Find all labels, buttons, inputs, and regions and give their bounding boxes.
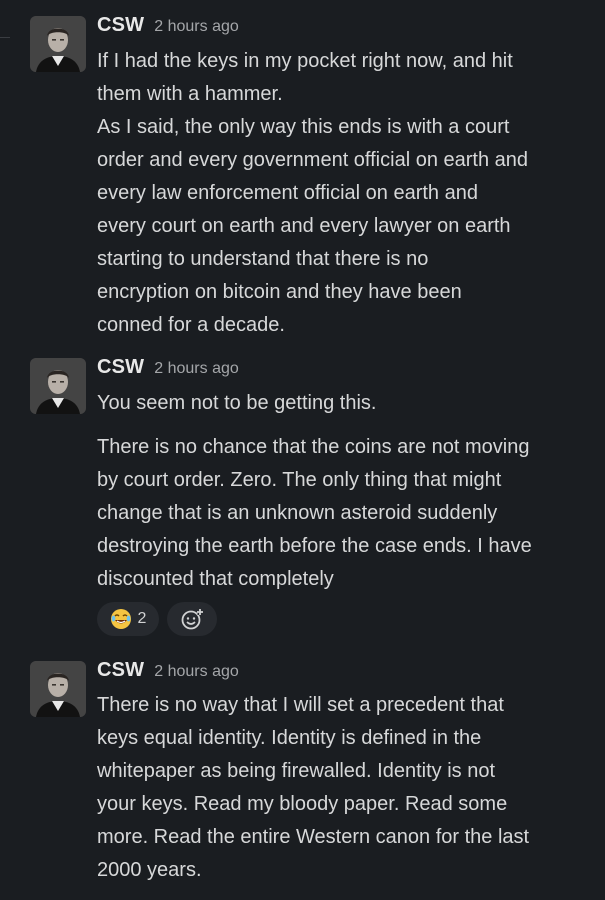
avatar-image (30, 16, 86, 72)
joy-emoji-icon (110, 609, 131, 629)
reactions-bar: 2 (97, 602, 217, 636)
message-body: You seem not to be getting this. (97, 387, 591, 420)
avatar[interactable] (30, 16, 86, 72)
timestamp[interactable]: 2 hours ago (154, 663, 239, 681)
message-line: destroying the earth before the case end… (97, 535, 532, 557)
message-paragraph-2: There is no chance that the coins are no… (97, 431, 591, 596)
author-name[interactable]: CSW (97, 14, 144, 37)
divider (0, 37, 10, 38)
message-line: There is no chance that the coins are no… (97, 436, 530, 458)
message-line: 2000 years. (97, 859, 202, 881)
message-header: CSW 2 hours ago (97, 14, 239, 44)
message-line: order and every government official on e… (97, 149, 529, 171)
avatar[interactable] (30, 661, 86, 717)
message-line: every law enforcement official on earth … (97, 182, 478, 204)
message-line: change that is an unknown asteroid sudde… (97, 502, 498, 524)
message-line: If I had the keys in my pocket right now… (97, 50, 513, 72)
add-reaction-button[interactable] (167, 602, 217, 636)
message-line: every court on earth and every lawyer on… (97, 215, 511, 237)
message-line: keys equal identity. Identity is defined… (97, 727, 482, 749)
message-line: by court order. Zero. The only thing tha… (97, 469, 502, 491)
avatar-image (30, 661, 86, 717)
message-line: You seem not to be getting this. (97, 392, 377, 414)
message-line: starting to understand that there is no (97, 248, 429, 270)
message-line: As I said, the only way this ends is wit… (97, 116, 510, 138)
message-line: discounted that completely (97, 568, 334, 590)
reaction-count: 2 (137, 610, 147, 627)
author-name[interactable]: CSW (97, 356, 144, 379)
message-body: If I had the keys in my pocket right now… (97, 45, 591, 342)
message-line: There is no way that I will set a preced… (97, 694, 504, 716)
avatar-image (30, 358, 86, 414)
message-line: encryption on bitcoin and they have been (97, 281, 462, 303)
timestamp[interactable]: 2 hours ago (154, 360, 239, 378)
message-header: CSW 2 hours ago (97, 356, 239, 386)
message-line: whitepaper as being firewalled. Identity… (97, 760, 496, 782)
message-line: conned for a decade. (97, 314, 285, 336)
add-reaction-icon (181, 608, 203, 630)
message-body: There is no way that I will set a preced… (97, 689, 591, 887)
avatar[interactable] (30, 358, 86, 414)
message-line: them with a hammer. (97, 83, 283, 105)
message-line: more. Read the entire Western canon for … (97, 826, 530, 848)
timestamp[interactable]: 2 hours ago (154, 18, 239, 36)
reaction-joy[interactable]: 2 (97, 602, 159, 636)
message-line: your keys. Read my bloody paper. Read so… (97, 793, 508, 815)
message-header: CSW 2 hours ago (97, 659, 239, 689)
author-name[interactable]: CSW (97, 659, 144, 682)
